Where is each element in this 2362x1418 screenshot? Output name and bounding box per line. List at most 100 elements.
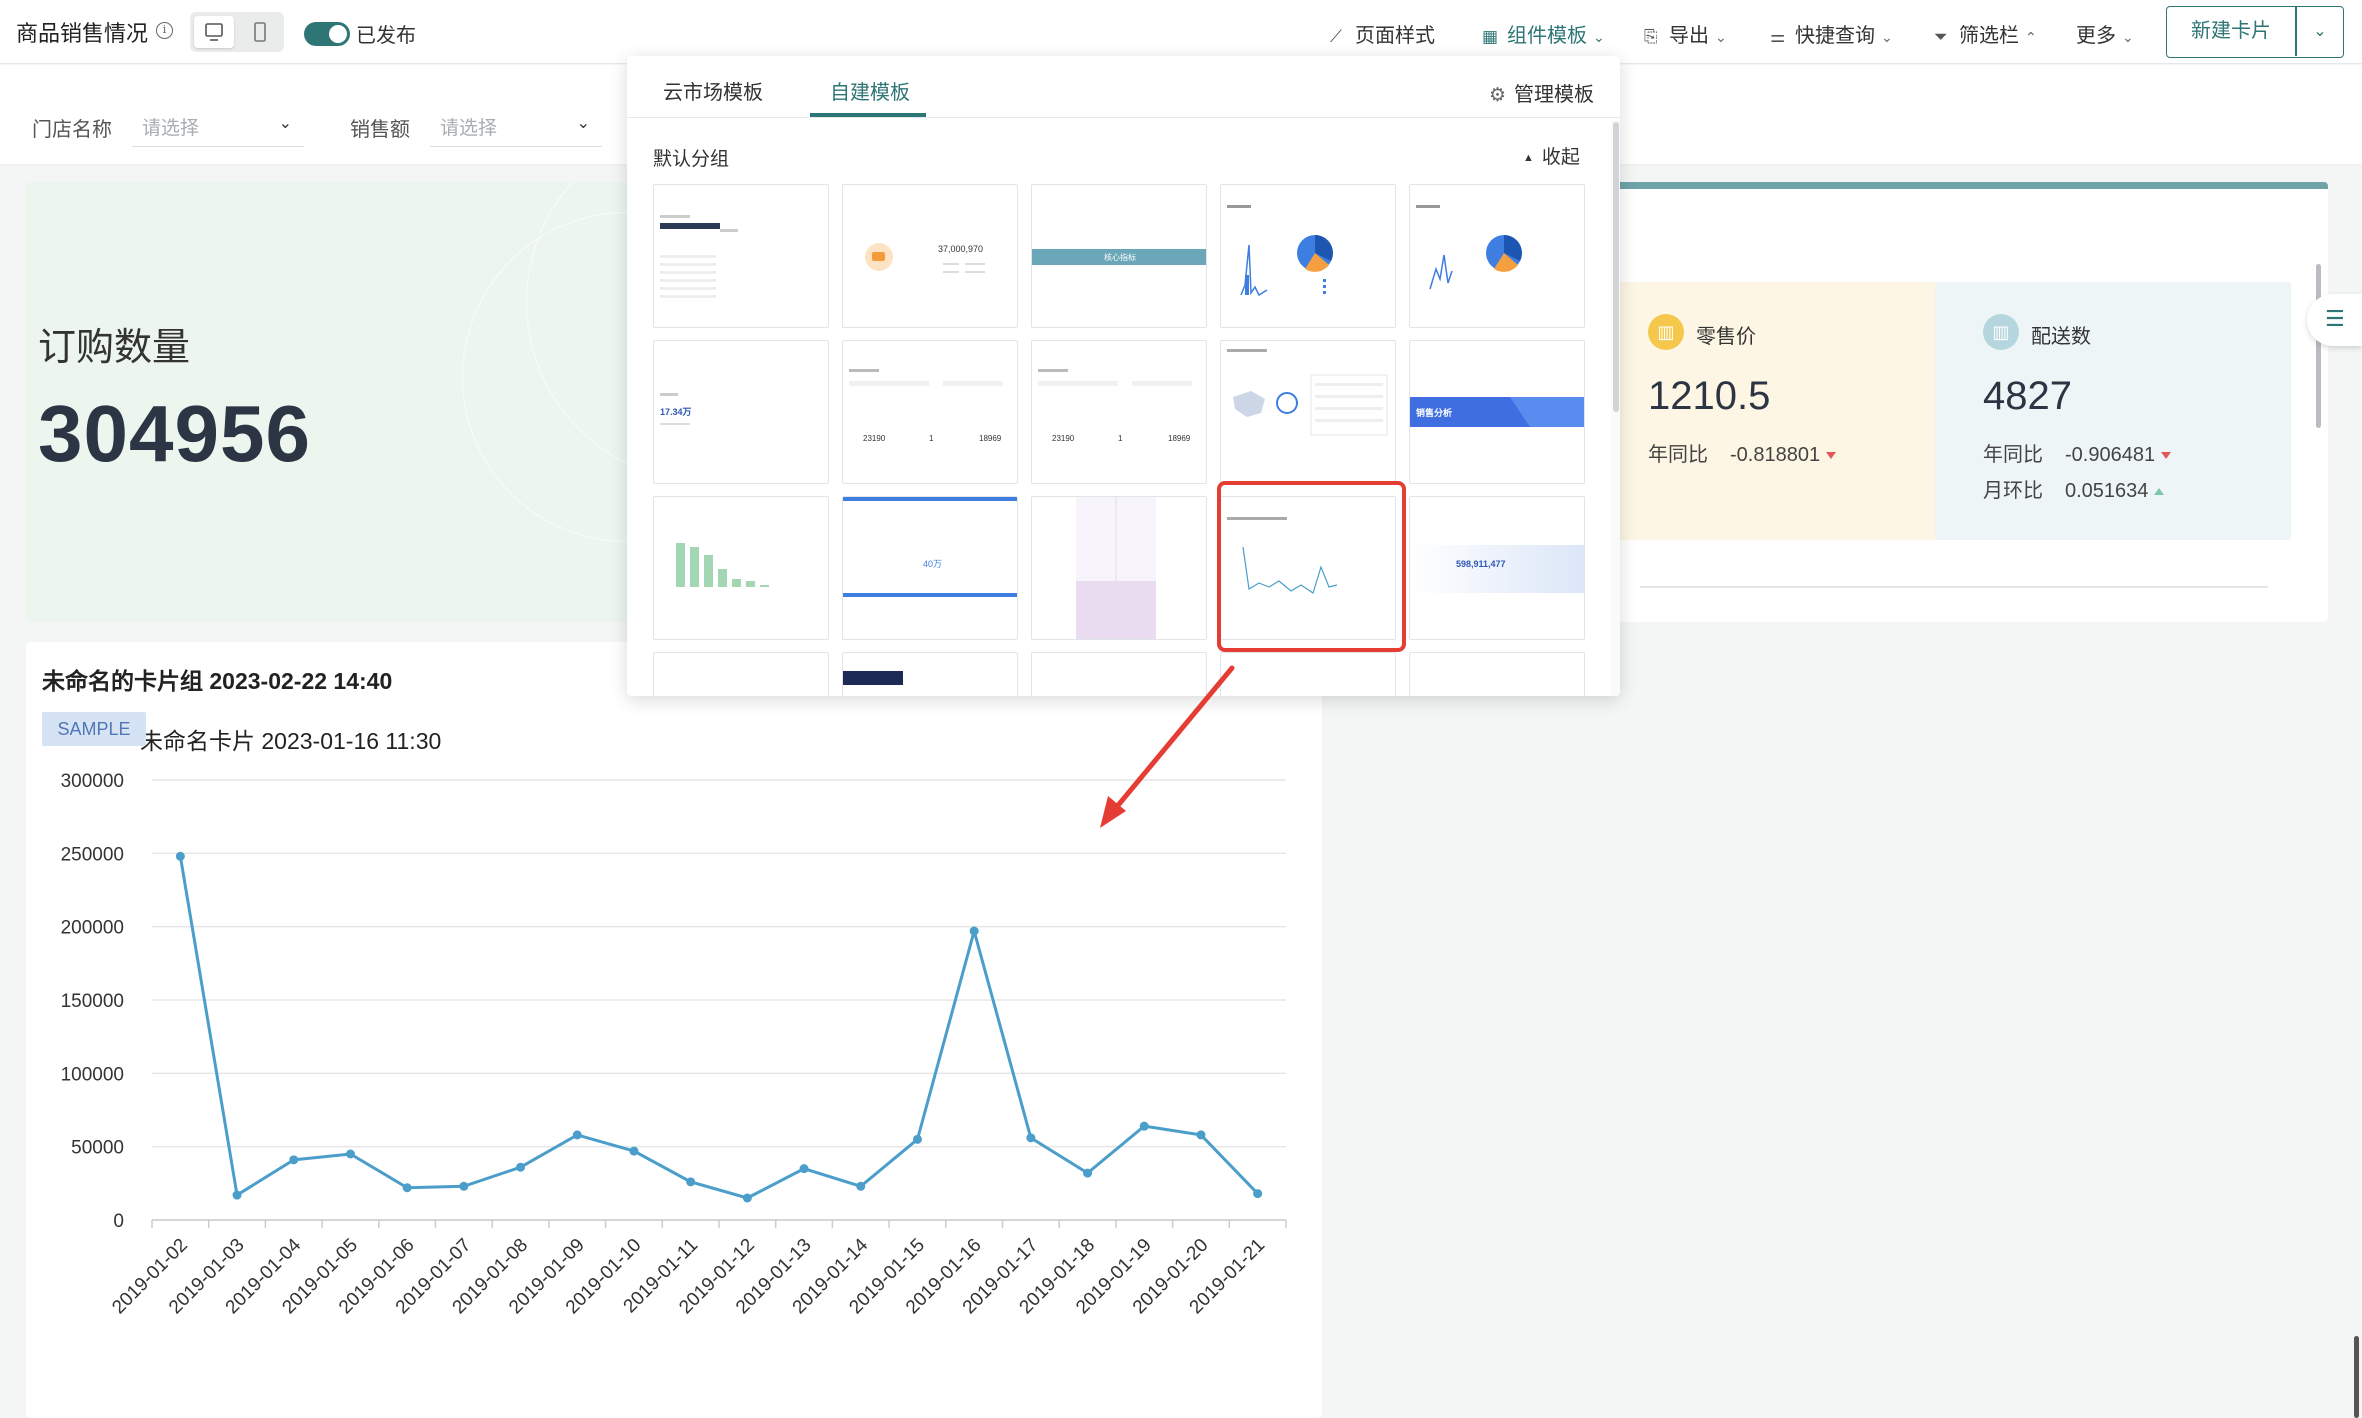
- data-point: [459, 1181, 469, 1191]
- tab-cloud-market[interactable]: 云市场模板: [663, 76, 763, 105]
- template-thumb[interactable]: [653, 496, 829, 640]
- value-card-preview: 17.34万: [660, 393, 692, 425]
- mobile-view-button[interactable]: [240, 16, 280, 48]
- template-thumb[interactable]: 23190 1 18969: [842, 340, 1018, 484]
- template-thumb[interactable]: [653, 652, 829, 696]
- line-chart[interactable]: 0500001000001500002000002500003000002019…: [26, 750, 1316, 1350]
- delivery-count-kpi[interactable]: ▥ 配送数 4827 年同比 -0.906481 月环比 0.051634: [1935, 282, 2291, 540]
- gradient-card-preview: 598,911,477: [1410, 545, 1584, 593]
- info-icon[interactable]: i: [156, 22, 173, 39]
- data-point: [1253, 1189, 1263, 1199]
- data-point: [629, 1146, 639, 1156]
- chevron-up-icon: ⌃: [2025, 29, 2037, 45]
- quick-query-label: 快捷查询: [1795, 25, 1875, 47]
- phone-icon: [254, 22, 266, 42]
- bar-chart-preview: [676, 543, 769, 587]
- template-thumb[interactable]: 核心指标: [1031, 184, 1207, 328]
- quick-query-button[interactable]: ⚌ 快捷查询 ⌄: [1770, 19, 1893, 48]
- template-thumb[interactable]: [1031, 496, 1207, 640]
- template-thumb[interactable]: [1409, 652, 1585, 696]
- bar-chart-icon: ▥: [1648, 314, 1684, 350]
- stats-row-preview: 23190 1 18969: [1038, 369, 1192, 443]
- desktop-view-button[interactable]: [194, 16, 234, 48]
- active-tab-indicator: [810, 113, 926, 117]
- chevron-down-icon: ⌄: [1593, 29, 1605, 45]
- filter-bar-label: 筛选栏: [1959, 25, 2019, 47]
- order-quantity-card[interactable]: 订购数量 304956: [26, 182, 656, 622]
- data-point: [799, 1164, 809, 1174]
- thumb-row-value: 23190: [1052, 434, 1075, 443]
- publish-toggle[interactable]: [304, 22, 350, 46]
- thumb-row-value: 18969: [979, 434, 1002, 443]
- page-title: 商品销售情况: [16, 21, 149, 46]
- template-thumb[interactable]: [1220, 652, 1396, 696]
- filter-label-sales: 销售额: [350, 119, 410, 141]
- component-template-button[interactable]: ▦ 组件模板 ⌄: [1482, 19, 1605, 48]
- card-top-accent: [1600, 182, 2328, 189]
- thumb-row-value: 1: [1118, 434, 1123, 443]
- template-thumb[interactable]: 23190 1 18969: [1031, 340, 1207, 484]
- kpi-title: 配送数: [2031, 326, 2091, 348]
- highlight-box: [1217, 481, 1406, 652]
- template-tabs: 云市场模板 自建模板 ⚙ 管理模板: [627, 56, 1620, 118]
- manage-templates-button[interactable]: ⚙ 管理模板: [1489, 78, 1594, 107]
- collapse-button[interactable]: ▲ 收起: [1523, 142, 1580, 169]
- template-thumb[interactable]: [1220, 184, 1396, 328]
- thumb-mini-value: 17.34万: [660, 407, 692, 417]
- page-scrollbar-bottom[interactable]: [2354, 1336, 2359, 1418]
- template-thumb[interactable]: 销售分析: [1409, 340, 1585, 484]
- template-thumb[interactable]: 17.34万: [653, 340, 829, 484]
- more-button[interactable]: 更多 ⌄: [2076, 19, 2134, 48]
- kpi-group-card[interactable]: ▥ 零售价 1210.5 年同比 -0.818801 ▥ 配送数 4827 年同比…: [1600, 182, 2328, 622]
- y-tick-label: 0: [113, 1211, 124, 1232]
- export-button[interactable]: ⎘ 导出 ⌄: [1644, 19, 1727, 48]
- collapse-label: 收起: [1541, 147, 1580, 168]
- popover-scrollbar[interactable]: [1613, 122, 1619, 412]
- thumb-banner-text: 销售分析: [1416, 407, 1452, 418]
- template-thumb[interactable]: 37,000,970: [842, 184, 1018, 328]
- card-divider: [1640, 586, 2268, 588]
- sales-select[interactable]: 请选择 ⌄: [430, 103, 602, 147]
- template-thumb[interactable]: 40万: [842, 496, 1018, 640]
- component-template-label: 组件模板: [1507, 25, 1587, 47]
- page-style-button[interactable]: ⟋ 页面样式: [1330, 19, 1435, 48]
- kpi-title: 零售价: [1696, 326, 1756, 348]
- filter-bar-button[interactable]: ⏷ 筛选栏 ⌃: [1934, 19, 2037, 48]
- select-placeholder: 请选择: [440, 118, 498, 139]
- select-placeholder: 请选择: [142, 118, 200, 139]
- template-thumb[interactable]: [1409, 184, 1585, 328]
- new-card-button[interactable]: 新建卡片: [2167, 7, 2295, 56]
- side-panel-toggle[interactable]: ☰: [2307, 294, 2362, 346]
- data-point: [402, 1183, 412, 1193]
- retail-price-kpi[interactable]: ▥ 零售价 1210.5 年同比 -0.818801: [1600, 282, 1956, 540]
- data-point: [289, 1155, 299, 1165]
- stats-row-preview: 23190 1 18969: [849, 369, 1003, 443]
- thumb-row-value: 18969: [1168, 434, 1191, 443]
- kpi-value: 1210.5: [1648, 374, 1771, 418]
- template-thumb[interactable]: 598,911,477: [1409, 496, 1585, 640]
- template-thumb[interactable]: [653, 184, 829, 328]
- y-tick-label: 100000: [61, 1064, 124, 1085]
- device-switcher: [190, 12, 284, 52]
- thumb-row-value: 1: [929, 434, 934, 443]
- page-scrollbar[interactable]: [2316, 264, 2321, 428]
- chevron-down-icon: ⌄: [1715, 29, 1727, 45]
- chevron-down-icon: ⌄: [278, 115, 292, 132]
- new-card-dropdown-button[interactable]: ⌄: [2297, 7, 2343, 56]
- kpi-row-label: 月环比: [1983, 480, 2043, 502]
- kpi-bar-preview: 40万: [843, 497, 1017, 597]
- bar-chart-icon: ▥: [1983, 314, 2019, 350]
- data-point: [345, 1149, 355, 1159]
- store-select[interactable]: 请选择 ⌄: [132, 103, 304, 147]
- manage-templates-label: 管理模板: [1514, 84, 1595, 106]
- monitor-icon: [205, 23, 223, 41]
- data-point: [175, 851, 185, 861]
- tab-custom-templates[interactable]: 自建模板: [830, 76, 910, 105]
- template-thumb[interactable]: [1031, 652, 1207, 696]
- kpi-row-label: 年同比: [1648, 444, 1708, 466]
- card-group-title: 未命名的卡片组 2023-02-22 14:40: [42, 668, 393, 694]
- outline-icon: ☰: [2325, 306, 2345, 331]
- template-thumb[interactable]: [842, 652, 1018, 696]
- more-label: 更多: [2076, 25, 2116, 47]
- template-thumb[interactable]: [1220, 340, 1396, 484]
